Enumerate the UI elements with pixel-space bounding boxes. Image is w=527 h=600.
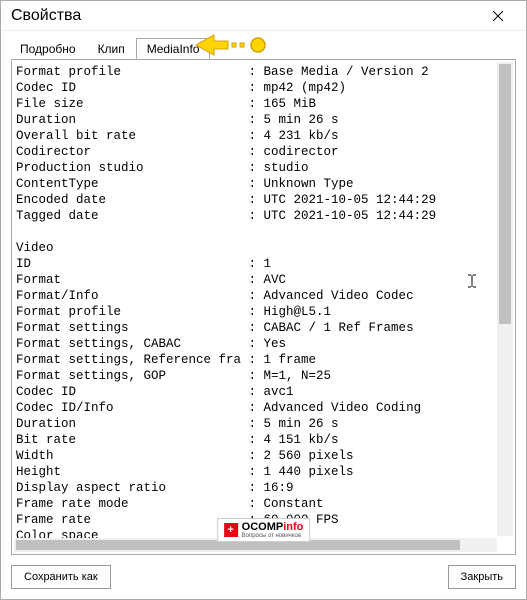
properties-window: Свойства Подробно Клип MediaInfo Format … — [0, 0, 527, 600]
tab-mediainfo[interactable]: MediaInfo — [136, 38, 211, 60]
titlebar: Свойства — [1, 1, 526, 31]
save-as-button[interactable]: Сохранить как — [11, 565, 111, 589]
vertical-scrollbar-thumb[interactable] — [499, 64, 511, 324]
vertical-scrollbar[interactable] — [497, 62, 513, 536]
tab-details[interactable]: Подробно — [9, 38, 87, 60]
mediainfo-text[interactable]: Format profile : Base Media / Version 2 … — [16, 64, 511, 550]
close-dialog-button[interactable]: Закрыть — [448, 565, 516, 589]
content-panel: Format profile : Base Media / Version 2 … — [11, 59, 516, 555]
horizontal-scrollbar-thumb[interactable] — [16, 540, 460, 550]
close-button[interactable] — [478, 2, 518, 30]
horizontal-scrollbar[interactable] — [14, 538, 497, 552]
close-icon — [493, 11, 503, 21]
text-cursor-icon — [464, 273, 480, 289]
tab-clip[interactable]: Клип — [87, 38, 136, 60]
window-title: Свойства — [11, 7, 81, 25]
tab-bar: Подробно Клип MediaInfo — [1, 31, 526, 59]
footer-bar: Сохранить как Закрыть — [1, 555, 526, 599]
